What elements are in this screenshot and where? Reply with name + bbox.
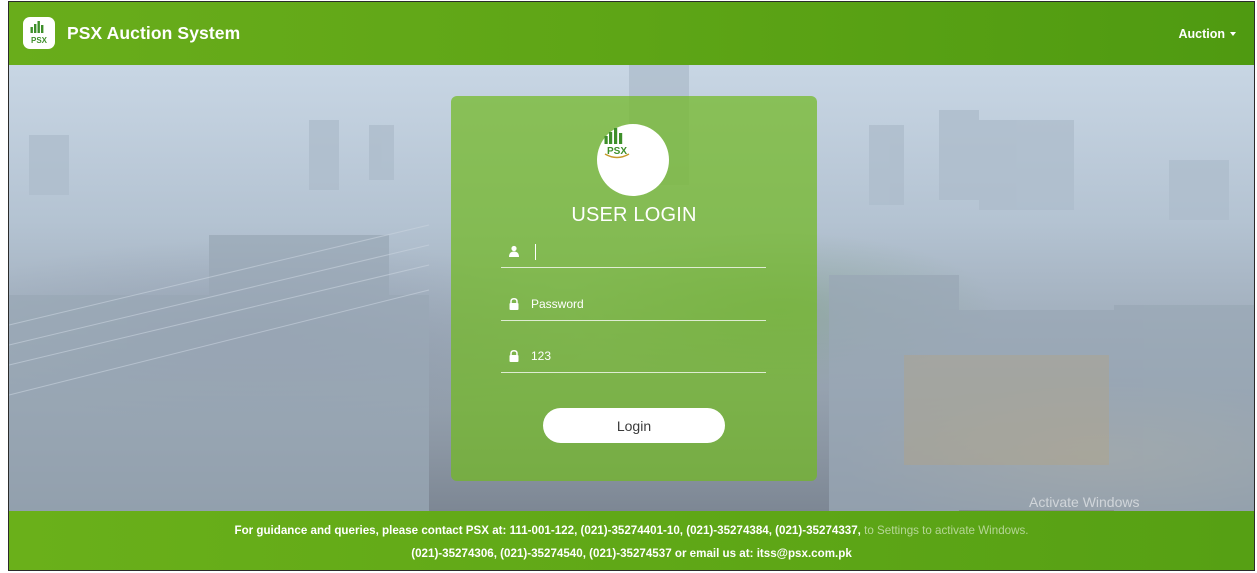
password-field-row xyxy=(501,290,766,321)
footer-line-1: For guidance and queries, please contact… xyxy=(9,524,1254,537)
activate-windows-title: Activate Windows xyxy=(1029,494,1140,510)
captcha-input[interactable] xyxy=(531,343,761,369)
caret-down-icon xyxy=(1230,32,1236,36)
auction-menu-dropdown[interactable]: Auction xyxy=(1178,27,1236,41)
username-field-row xyxy=(501,237,766,268)
auction-menu-label: Auction xyxy=(1178,27,1225,41)
captcha-field-row xyxy=(501,342,766,373)
footer-line-2: (021)-35274306, (021)-35274540, (021)-35… xyxy=(411,547,852,560)
user-icon xyxy=(509,245,519,257)
psx-logo-icon: PSX xyxy=(597,124,669,196)
footer-contact-text: For guidance and queries, please contact… xyxy=(234,524,861,537)
psx-logo-icon[interactable]: PSX xyxy=(23,17,55,49)
login-button[interactable]: Login xyxy=(543,408,725,443)
city-background: PSX USER LOGIN 123 Login xyxy=(9,65,1254,511)
contact-footer: For guidance and queries, please contact… xyxy=(9,511,1254,570)
lock-icon xyxy=(509,298,519,310)
activate-windows-subtitle: to Settings to activate Windows. xyxy=(864,524,1029,537)
password-input[interactable] xyxy=(531,291,761,317)
app-window: PSX PSX Auction System Auction PSX USER … xyxy=(8,1,1255,571)
username-input[interactable] xyxy=(531,238,761,264)
login-panel: PSX USER LOGIN 123 Login xyxy=(451,96,817,481)
lock-icon xyxy=(509,350,519,362)
svg-text:PSX: PSX xyxy=(607,146,627,157)
svg-text:PSX: PSX xyxy=(31,36,48,45)
text-cursor xyxy=(535,244,536,260)
app-title[interactable]: PSX Auction System xyxy=(67,23,240,44)
top-navbar: PSX PSX Auction System Auction xyxy=(9,2,1254,65)
login-heading: USER LOGIN xyxy=(571,204,697,226)
